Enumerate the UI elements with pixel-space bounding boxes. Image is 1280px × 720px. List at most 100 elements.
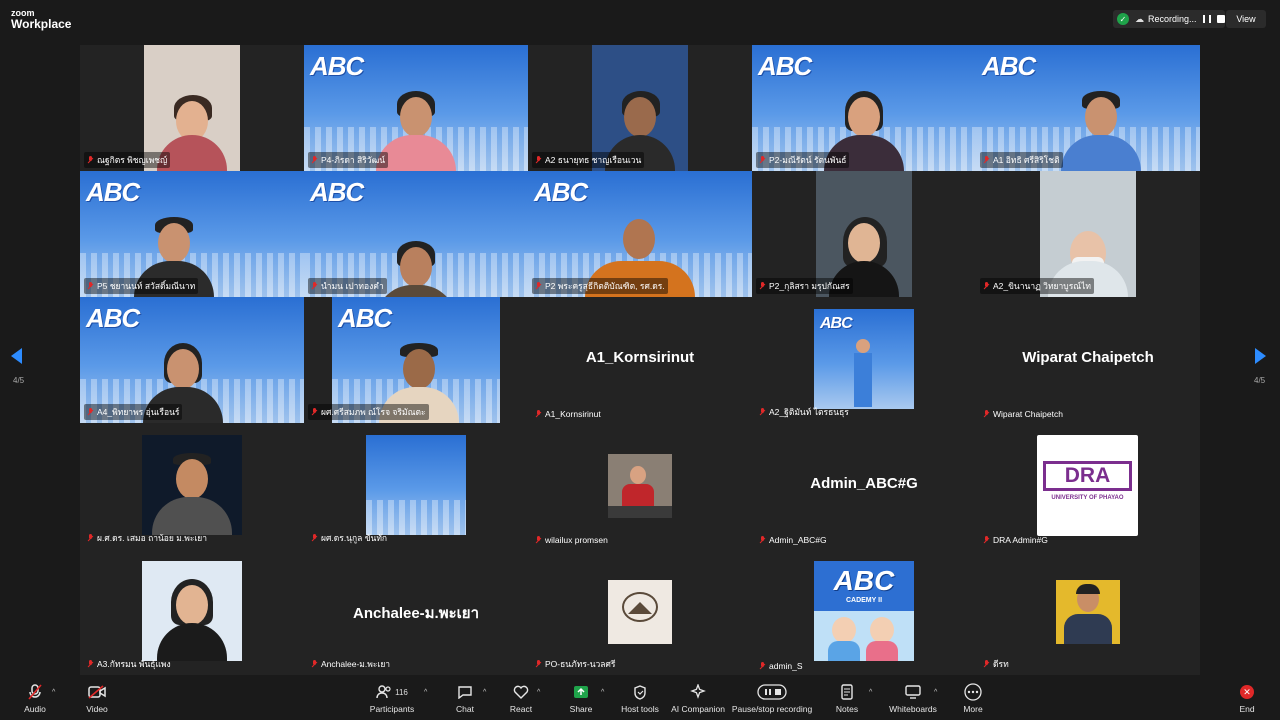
participant-name: A1 อิทธิ ศรีสิริโชติ bbox=[980, 152, 1063, 168]
participant-tile[interactable]: ABC A1 อิทธิ ศรีสิริโชติ bbox=[976, 45, 1200, 171]
react-button[interactable]: React bbox=[508, 683, 534, 717]
whiteboards-button[interactable]: Whiteboards bbox=[888, 683, 938, 717]
view-button[interactable]: View bbox=[1226, 10, 1266, 28]
recording-indicator[interactable]: ✓ ☁ Recording... bbox=[1113, 10, 1225, 28]
participant-display-name: Wiparat Chaipetch bbox=[1022, 349, 1154, 366]
muted-mic-icon bbox=[87, 282, 94, 290]
participant-tile[interactable]: wilailux promsen bbox=[528, 423, 752, 549]
participant-name-text: P2 พระครูสุธีกิตติบัณฑิต, รศ.ดร. bbox=[545, 281, 665, 291]
participant-name-text: ดีรท bbox=[993, 659, 1009, 669]
muted-mic-icon bbox=[535, 536, 542, 544]
abc-logo: ABC bbox=[310, 177, 364, 207]
participant-tile[interactable]: PO-ธนภัทร-นวลศรี bbox=[528, 549, 752, 675]
muted-mic-icon bbox=[759, 282, 766, 290]
participant-name: P2_กุลิสรา มรุปกัณสร bbox=[756, 278, 853, 294]
participant-tile[interactable]: ผ.ศ.ดร. เสมอ ถาน้อย ม.พะเยา bbox=[80, 423, 304, 549]
participant-tile[interactable]: A1_Kornsirinut A1_Kornsirinut bbox=[528, 297, 752, 423]
participant-name: ณฐกิตร พิชญเพชญ์ bbox=[84, 152, 171, 168]
participant-name-text: ณฐกิตร พิชญเพชญ์ bbox=[97, 155, 168, 165]
participant-tile[interactable]: Wiparat Chaipetch Wiparat Chaipetch bbox=[976, 297, 1200, 423]
participant-name-text: A1 อิทธิ ศรีสิริโชติ bbox=[993, 155, 1060, 165]
muted-mic-icon bbox=[311, 660, 318, 668]
participant-name-text: A2 ธนายุทธ ชาญเรือนเวน bbox=[545, 155, 642, 165]
notes-button[interactable]: Notes bbox=[834, 683, 860, 717]
participant-tile[interactable]: ณฐกิตร พิชญเพชญ์ bbox=[80, 45, 304, 171]
participant-tile[interactable]: ABC นำมน เปาทองคำ bbox=[304, 171, 528, 297]
participant-tile[interactable]: A2_ขินานาฏ วิทยาบูรณ์ไท bbox=[976, 171, 1200, 297]
participant-tile[interactable]: ABC ผศ.ศรีสมภพ ณ์โรจ จริมัณตะ bbox=[304, 297, 528, 423]
participant-tile[interactable]: ดีรท bbox=[976, 549, 1200, 675]
ai-companion-label: AI Companion bbox=[671, 704, 725, 714]
abc-logo: ABC bbox=[338, 303, 392, 333]
dra-logo: DRA bbox=[1043, 461, 1132, 491]
muted-mic-icon bbox=[759, 536, 766, 544]
participant-name-text: ผ.ศ.ดร. เสมอ ถาน้อย ม.พะเยา bbox=[97, 533, 208, 543]
participant-tile[interactable]: ABC A2_ฐิติมันท์ ไตรธนธุร bbox=[752, 297, 976, 423]
muted-mic-icon bbox=[87, 408, 94, 416]
notes-label: Notes bbox=[835, 704, 859, 714]
participant-tile[interactable]: ABC P2 พระครูสุธีกิตติบัณฑิต, รศ.ดร. bbox=[528, 171, 752, 297]
participant-tile[interactable]: ผศ.ดร.นุกูล ขันทัก bbox=[304, 423, 528, 549]
video-off-icon bbox=[88, 683, 106, 701]
shield-icon[interactable]: ✓ bbox=[1117, 13, 1129, 25]
participant-name-text: P2-มณีรัตน์ รัตนพันธ์ bbox=[769, 155, 847, 165]
participant-tile[interactable]: A3.กัทรมน พันธุ์แพง bbox=[80, 549, 304, 675]
participant-avatar bbox=[366, 435, 466, 535]
muted-mic-icon bbox=[311, 156, 318, 164]
participant-name-text: Admin_ABC#G bbox=[769, 535, 827, 545]
pause-recording-icon[interactable] bbox=[1202, 15, 1211, 23]
share-button[interactable]: Share bbox=[568, 683, 594, 717]
participant-tile[interactable]: Anchalee-ม.พะเยา Anchalee-ม.พะเยา bbox=[304, 549, 528, 675]
participant-name: P4-ภิรดา สิริวัฒน์ bbox=[308, 152, 389, 168]
audio-options-caret[interactable]: ^ bbox=[52, 689, 55, 696]
participant-tile[interactable]: A2 ธนายุทธ ชาญเรือนเวน bbox=[528, 45, 752, 171]
participant-name: A4_พิทยาพร อุ่นเรือนร์ bbox=[84, 404, 183, 420]
muted-mic-icon bbox=[311, 408, 318, 416]
participant-name: A3.กัทรมน พันธุ์แพง bbox=[84, 656, 174, 672]
audio-label: Audio bbox=[24, 704, 46, 714]
previous-page-arrow[interactable] bbox=[11, 348, 25, 368]
react-options-caret[interactable]: ^ bbox=[537, 689, 540, 696]
share-options-caret[interactable]: ^ bbox=[601, 689, 604, 696]
host-tools-button[interactable]: Host tools bbox=[620, 683, 660, 717]
more-button[interactable]: More bbox=[960, 683, 986, 717]
participant-tile[interactable]: DRA UNIVERSITY OF PHAYAO DRA Admin#G bbox=[976, 423, 1200, 549]
muted-mic-icon bbox=[983, 156, 990, 164]
participant-tile[interactable]: ABC P4-ภิรดา สิริวัฒน์ bbox=[304, 45, 528, 171]
participant-display-name: Admin_ABC#G bbox=[810, 475, 918, 492]
participants-button[interactable]: 116 Participants bbox=[366, 683, 418, 717]
dra-logo-subtitle: UNIVERSITY OF PHAYAO bbox=[1051, 495, 1124, 501]
video-button[interactable]: Video bbox=[84, 683, 110, 717]
participant-name: A2_ฐิติมันท์ ไตรธนธุร bbox=[756, 404, 852, 420]
participant-name-text: นำมน เปาทองคำ bbox=[321, 281, 384, 291]
audio-button[interactable]: Audio bbox=[22, 683, 48, 717]
participant-tile[interactable]: ABC A4_พิทยาพร อุ่นเรือนร์ bbox=[80, 297, 304, 423]
ai-companion-button[interactable]: AI Companion bbox=[671, 683, 725, 717]
participant-tile[interactable]: Admin_ABC#G Admin_ABC#G bbox=[752, 423, 976, 549]
chat-button[interactable]: Chat bbox=[452, 683, 478, 717]
participant-display-name: A1_Kornsirinut bbox=[585, 349, 695, 366]
participants-options-caret[interactable]: ^ bbox=[424, 689, 427, 696]
pause-stop-recording-button[interactable]: Pause/stop recording bbox=[732, 683, 812, 717]
pause-recording-icon bbox=[757, 683, 787, 701]
participant-name: A2_ขินานาฏ วิทยาบูรณ์ไท bbox=[980, 278, 1095, 294]
logo-bottom-text: Workplace bbox=[11, 17, 72, 31]
whiteboards-options-caret[interactable]: ^ bbox=[934, 689, 937, 696]
abc-logo: ABC bbox=[86, 303, 140, 333]
next-page-arrow[interactable] bbox=[1255, 348, 1269, 368]
participant-tile[interactable]: P2_กุลิสรา มรุปกัณสร bbox=[752, 171, 976, 297]
muted-mic-icon bbox=[983, 660, 990, 668]
chat-options-caret[interactable]: ^ bbox=[483, 689, 486, 696]
abc-logo: ABC bbox=[534, 177, 588, 207]
participant-name: A1_Kornsirinut bbox=[532, 408, 604, 420]
participant-tile[interactable]: ABC P5 ชยานนท์ สวัสดิ์มณีนาท bbox=[80, 171, 304, 297]
participant-tile[interactable]: ABC CADEMY II admin_S bbox=[752, 549, 976, 675]
end-meeting-button[interactable]: ✕ End bbox=[1234, 683, 1260, 717]
notes-options-caret[interactable]: ^ bbox=[869, 689, 872, 696]
participant-name-text: admin_S bbox=[769, 661, 803, 671]
participant-tile[interactable]: ABC P2-มณีรัตน์ รัตนพันธ์ bbox=[752, 45, 976, 171]
stop-recording-icon[interactable] bbox=[1216, 15, 1225, 23]
muted-mic-icon bbox=[983, 536, 990, 544]
abc-logo: ABC bbox=[833, 565, 895, 596]
participant-avatar: ABC CADEMY II bbox=[814, 561, 914, 661]
